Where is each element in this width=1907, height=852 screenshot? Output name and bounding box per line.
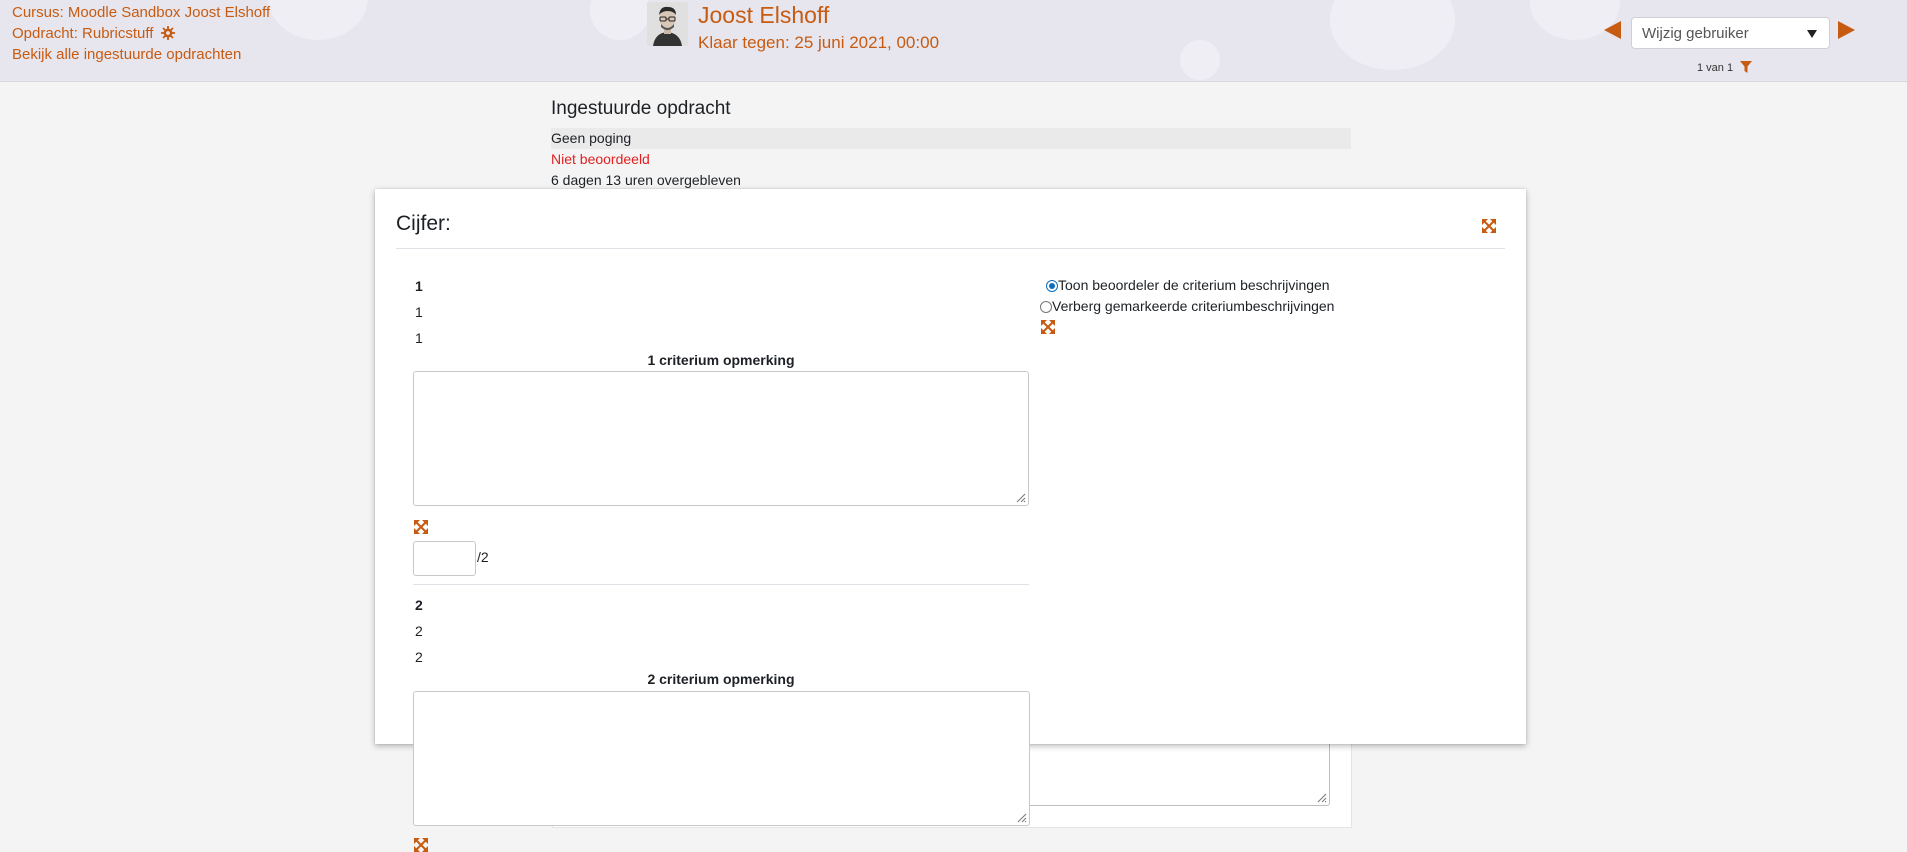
modal-title: Cijfer: xyxy=(396,212,451,235)
resize-grip-icon[interactable] xyxy=(1015,811,1027,823)
attempt-status: Geen poging xyxy=(551,128,1351,149)
course-link[interactable]: Cursus: Moodle Sandbox Joost Elshoff xyxy=(12,4,270,21)
score-input[interactable] xyxy=(413,541,476,576)
criterion-description: 2 xyxy=(415,623,423,639)
change-user-select-label: Wijzig gebruiker xyxy=(1642,25,1749,42)
resize-grip-icon[interactable] xyxy=(1014,491,1026,503)
grading-status: Niet beoordeeld xyxy=(551,151,650,167)
remark-label: 1 criterium opmerking xyxy=(647,352,795,368)
criterion-level[interactable]: 2 xyxy=(415,649,423,665)
expand-icon[interactable] xyxy=(1041,320,1055,334)
user-name-link[interactable]: Joost Elshoff xyxy=(698,2,829,29)
hide-descriptions-option[interactable]: Verberg gemarkeerde criteriumbeschrijvin… xyxy=(1040,298,1334,314)
option-label: Verberg gemarkeerde criteriumbeschrijvin… xyxy=(1052,298,1335,314)
submission-title: Ingestuurde opdracht xyxy=(551,98,731,119)
assignment-row: Opdracht: Rubricstuff xyxy=(12,25,175,42)
decor-bubble xyxy=(268,0,368,40)
resize-grip-icon[interactable] xyxy=(1315,791,1327,803)
option-label: Toon beoordeler de criterium beschrijvin… xyxy=(1058,277,1330,293)
avatar[interactable] xyxy=(647,2,688,46)
criterion-remark-textarea[interactable] xyxy=(413,691,1030,826)
user-count: 1 van 1 xyxy=(1697,62,1734,74)
remark-label: 2 criterium opmerking xyxy=(647,671,795,687)
filter-icon[interactable] xyxy=(1740,61,1752,73)
show-descriptions-option[interactable]: Toon beoordeler de criterium beschrijvin… xyxy=(1040,277,1330,293)
divider xyxy=(396,248,1505,249)
criterion-description: 1 xyxy=(415,304,423,320)
radio-unchecked-icon[interactable] xyxy=(1040,301,1052,313)
criterion-name: 1 xyxy=(415,278,423,294)
criterion-divider xyxy=(413,584,1029,585)
expand-icon[interactable] xyxy=(414,838,428,852)
criterion-remark-textarea[interactable] xyxy=(413,371,1029,506)
gear-icon[interactable] xyxy=(160,26,175,40)
time-remaining: 6 dagen 13 uren overgebleven xyxy=(551,172,741,188)
decor-bubble xyxy=(1180,40,1220,80)
criterion-name: 2 xyxy=(415,597,423,613)
expand-icon[interactable] xyxy=(1482,219,1496,233)
chevron-down-icon xyxy=(1807,30,1817,38)
next-arrow-icon[interactable] xyxy=(1838,21,1855,39)
due-date: Klaar tegen: 25 juni 2021, 00:00 xyxy=(698,33,940,52)
view-all-submissions-link[interactable]: Bekijk alle ingestuurde opdrachten xyxy=(12,46,241,63)
expand-icon[interactable] xyxy=(414,520,428,534)
decor-bubble xyxy=(1330,0,1455,70)
criterion-level[interactable]: 1 xyxy=(415,330,423,346)
grader-header: Cursus: Moodle Sandbox Joost Elshoff Opd… xyxy=(0,0,1907,82)
radio-checked-icon[interactable] xyxy=(1046,280,1058,292)
prev-arrow-icon[interactable] xyxy=(1604,21,1621,39)
assignment-link[interactable]: Opdracht: Rubricstuff xyxy=(12,25,153,42)
decor-bubble xyxy=(590,0,650,40)
score-max: /2 xyxy=(477,549,489,565)
grade-modal: Cijfer: 1 1 1 1 criterium opmerking /2 2… xyxy=(375,189,1526,744)
change-user-select[interactable]: Wijzig gebruiker xyxy=(1631,17,1830,49)
